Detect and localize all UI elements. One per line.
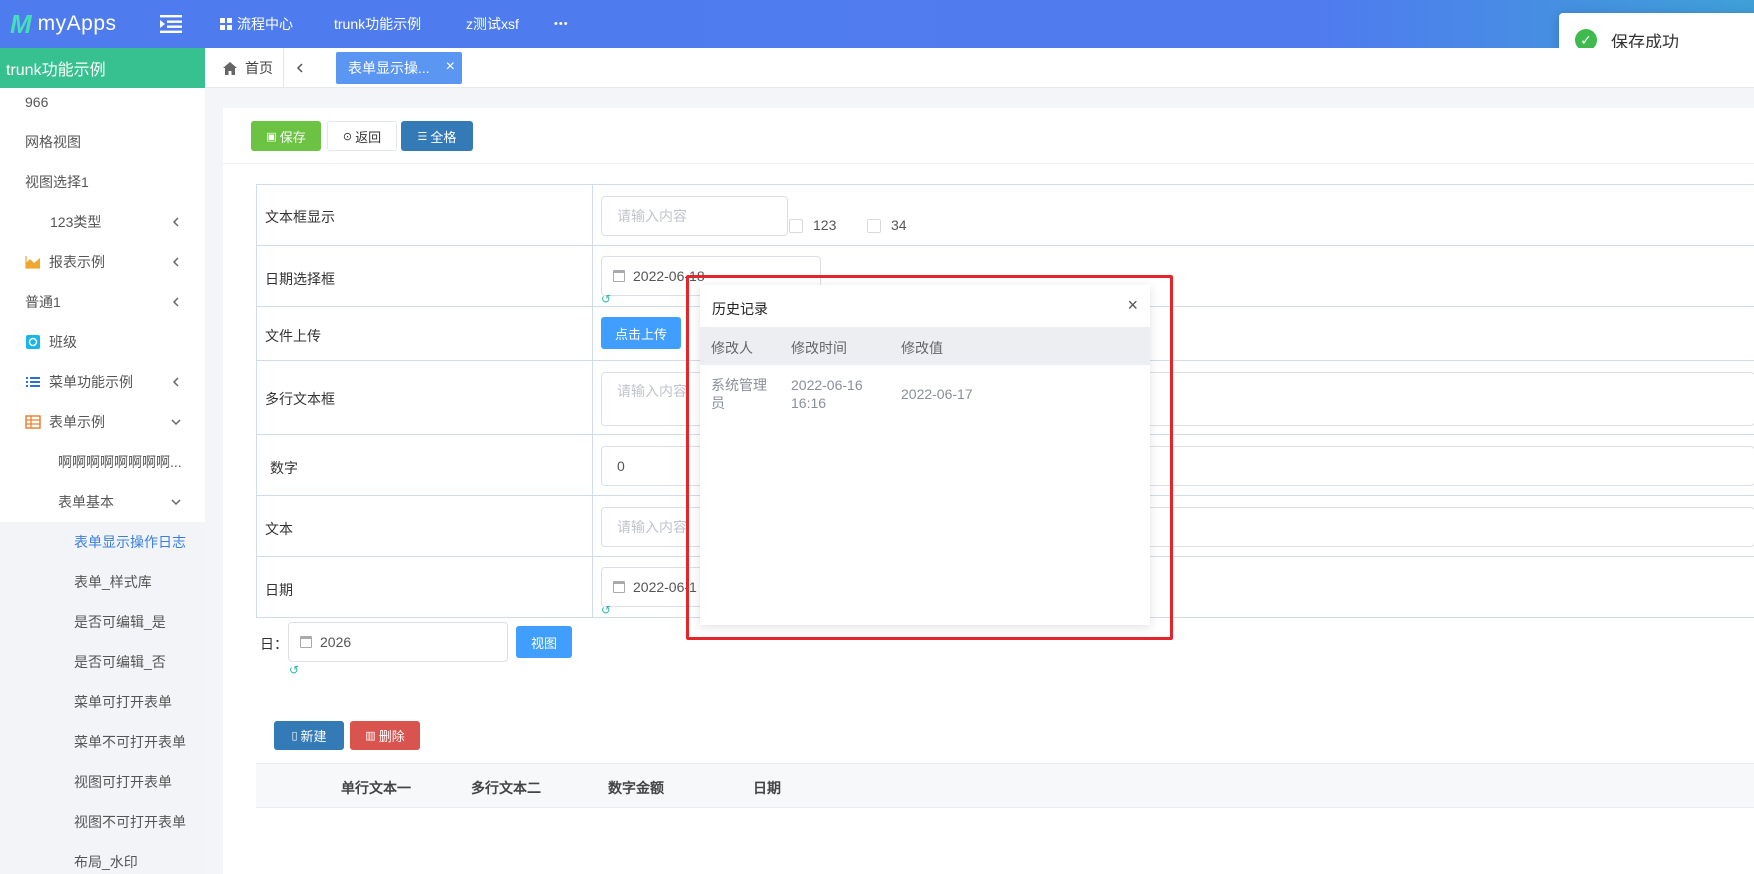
upload-button[interactable]: 点击上传 <box>601 317 681 349</box>
logo-icon: M <box>10 8 32 39</box>
tab-form-log[interactable]: 表单显示操... × <box>336 52 462 84</box>
app-name: myApps <box>37 12 117 35</box>
sidebar-item-form-log[interactable]: 表单显示操作日志 <box>0 522 205 562</box>
highlight-box <box>686 275 1173 640</box>
home-icon <box>223 61 237 75</box>
sidebar-item-view-open[interactable]: 视图可打开表单 <box>0 762 205 802</box>
menu-toggle-icon[interactable] <box>160 14 182 34</box>
history-icon[interactable]: ↺ <box>289 664 301 676</box>
sidebar-item-menu-demo[interactable]: 菜单功能示例 <box>0 362 205 402</box>
sidebar-item-editable-no[interactable]: 是否可编辑_否 <box>0 642 205 682</box>
tab-bar: 首页 表单显示操... × <box>205 48 1754 88</box>
column-header[interactable]: 数字金额 <box>608 778 664 798</box>
history-icon[interactable]: ↺ <box>601 293 613 305</box>
nav-process-center[interactable]: 流程中心 <box>220 0 293 48</box>
sidebar-item-123-type[interactable]: 123类型 <box>0 202 205 242</box>
tab-home[interactable]: 首页 <box>223 48 273 88</box>
chevron-left-icon <box>172 257 179 267</box>
chevron-left-icon[interactable] <box>293 61 307 75</box>
sidebar-item-form-demo[interactable]: 表单示例 <box>0 402 205 442</box>
filter-label: 日： <box>260 636 288 652</box>
text-display-input[interactable]: 请输入内容 <box>601 196 788 236</box>
subtable-header: 单行文本一 多行文本二 数字金额 日期 <box>256 763 1754 808</box>
grid-button[interactable]: ☰ 全格 <box>401 121 473 151</box>
view-button[interactable]: 视图 <box>516 626 572 658</box>
column-header[interactable]: 日期 <box>753 778 781 798</box>
sidebar-item-normal1[interactable]: 普通1 <box>0 282 205 322</box>
chevron-left-icon <box>172 217 179 227</box>
file-icon: ▯ <box>291 730 298 742</box>
table-icon <box>25 415 41 429</box>
area-chart-icon <box>25 256 40 269</box>
chevron-down-icon <box>171 499 181 506</box>
form-grid: 文本框显示 请输入内容 123 34 日期选择框 2022-06-18 ↺ 文件… <box>256 184 1754 618</box>
form-row-textbox: 文本框显示 请输入内容 123 34 <box>256 185 1754 246</box>
sidebar-item-view-select[interactable]: 视图选择1 <box>0 162 205 202</box>
grid-icon <box>220 18 232 30</box>
new-button[interactable]: ▯ 新建 <box>274 721 344 750</box>
sidebar-item-menu-no-open[interactable]: 菜单不可打开表单 <box>0 722 205 762</box>
calendar-icon <box>613 270 625 282</box>
column-header[interactable]: 单行文本一 <box>341 778 411 798</box>
calendar-icon <box>613 581 625 593</box>
sidebar-item-aaa[interactable]: 啊啊啊啊啊啊啊啊... <box>0 442 205 482</box>
nav-trunk-demo[interactable]: trunk功能示例 <box>334 0 421 48</box>
sidebar-item-editable-yes[interactable]: 是否可编辑_是 <box>0 602 205 642</box>
sidebar-item-grid-view[interactable]: 网格视图 <box>0 122 205 162</box>
sidebar-item-menu-open[interactable]: 菜单可打开表单 <box>0 682 205 722</box>
back-circle-icon: ⊙ <box>342 130 353 143</box>
close-icon[interactable]: × <box>446 58 455 76</box>
nav-more[interactable]: ••• <box>554 0 569 48</box>
list-icon <box>26 377 40 387</box>
sidebar-item-class[interactable]: 班级 <box>0 322 205 362</box>
chevron-left-icon <box>172 297 179 307</box>
class-icon <box>26 335 40 349</box>
form-toolbar: ▣ 保存 ⊙ 返回 ☰ 全格 <box>223 108 1754 164</box>
sidebar: trunk功能示例 966 网格视图 视图选择1 123类型 报表示例 普通1 … <box>0 48 205 874</box>
nav-z-test[interactable]: z测试xsf <box>466 0 519 48</box>
sidebar-item-style-lib[interactable]: 表单_样式库 <box>0 562 205 602</box>
list-icon: ☰ <box>417 130 428 143</box>
calendar-icon <box>300 636 312 648</box>
save-button[interactable]: ▣ 保存 <box>251 121 321 151</box>
delete-button[interactable]: ▥ 删除 <box>350 721 420 750</box>
sidebar-item-watermark[interactable]: 布局_水印 <box>0 842 205 874</box>
trash-icon: ▥ <box>365 730 376 742</box>
tab-separator <box>283 48 284 88</box>
sidebar-item-form-basic[interactable]: 表单基本 <box>0 482 205 522</box>
chevron-left-icon <box>172 377 179 387</box>
sidebar-item-report[interactable]: 报表示例 <box>0 242 205 282</box>
back-button[interactable]: ⊙ 返回 <box>327 121 397 151</box>
save-icon: ▣ <box>266 130 277 143</box>
sidebar-item-966[interactable]: 966 <box>0 82 205 122</box>
sidebar-item-view-no-open[interactable]: 视图不可打开表单 <box>0 802 205 842</box>
filter-date-input[interactable]: 2026 <box>288 622 508 662</box>
checkbox-34[interactable] <box>867 219 881 233</box>
top-bar: M myApps 流程中心 trunk功能示例 z测试xsf ••• <box>0 0 1754 48</box>
chevron-down-icon <box>171 419 181 426</box>
history-icon[interactable]: ↺ <box>601 604 613 616</box>
app-logo[interactable]: M myApps <box>10 8 117 39</box>
column-header[interactable]: 多行文本二 <box>471 778 541 798</box>
checkbox-123[interactable] <box>789 219 803 233</box>
